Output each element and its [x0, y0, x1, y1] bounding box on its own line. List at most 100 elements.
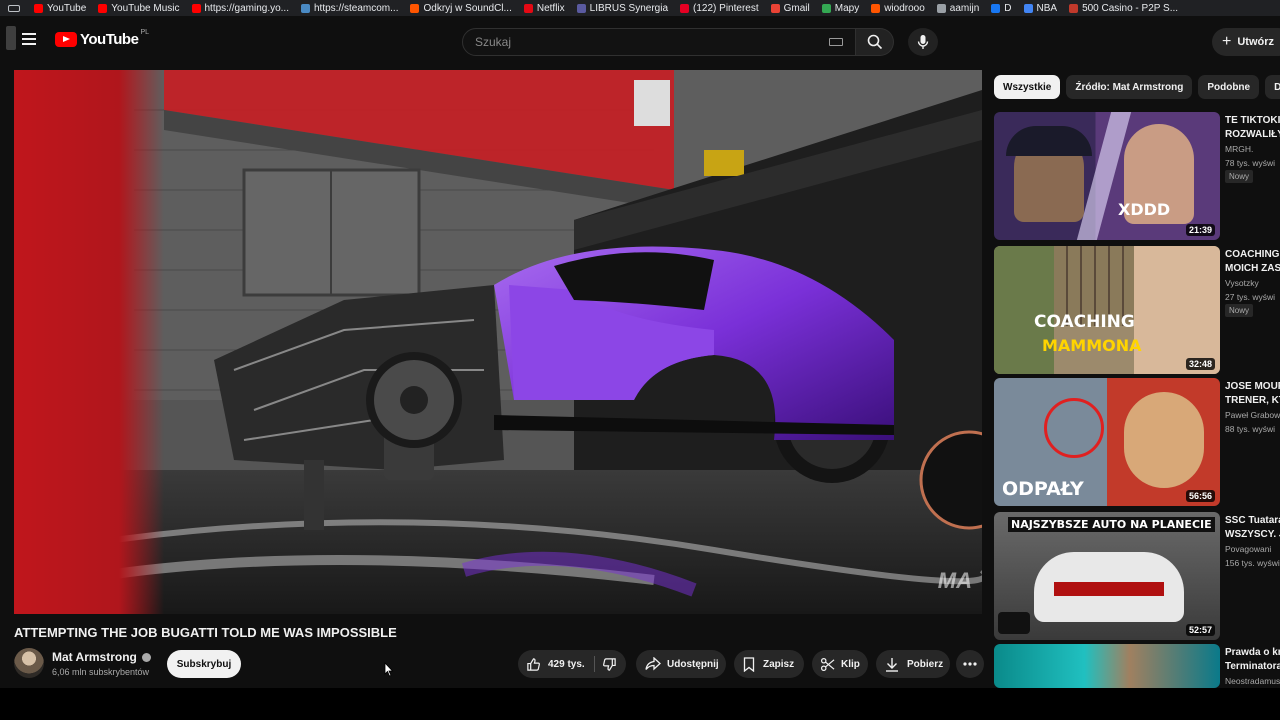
bookmark-favicon-icon	[301, 3, 310, 13]
bookmark-favicon-icon	[34, 3, 43, 13]
bookmark-label: NBA	[1036, 2, 1058, 14]
subscribe-button[interactable]: Subskrybuj	[167, 650, 241, 678]
recommendation-title: TE TIKTOKI ROZWALIŁY	[1225, 115, 1280, 140]
bookmark-label: YouTube	[47, 2, 87, 14]
more-actions-button[interactable]	[956, 650, 984, 678]
channel-name-link[interactable]: Mat Armstrong	[52, 650, 151, 664]
clip-label: Klip	[841, 658, 860, 670]
screen-bottom-bar	[0, 688, 1280, 720]
save-button[interactable]: Zapisz	[734, 650, 804, 678]
video-player[interactable]: MA	[14, 70, 982, 614]
recommendation-item[interactable]: XDDD 21:39 TE TIKTOKI ROZWALIŁY MRGH. 78 …	[994, 112, 1280, 240]
bookmark-item[interactable]: wiodrooo	[865, 0, 931, 16]
recommendation-views: 156 tys. wyświ	[1225, 558, 1280, 568]
youtube-logo[interactable]: YouTube PL	[55, 29, 149, 48]
thumbnail-caption: XDDD	[1118, 200, 1171, 219]
recommendation-item[interactable]: COACHING MAMMONA 32:48 COACHING MOICH ZAS…	[994, 246, 1280, 374]
thumbs-down-icon	[602, 657, 616, 671]
bookmark-item[interactable]: aamijn	[931, 0, 985, 16]
search-icon	[867, 34, 882, 50]
country-code: PL	[140, 29, 149, 36]
share-label: Udostępnij	[667, 658, 719, 670]
bookmarks-bar: YouTube YouTube Music https://gaming.yo...…	[0, 0, 1280, 16]
video-thumbnail: COACHING MAMMONA 32:48	[994, 246, 1220, 374]
download-button[interactable]: Pobierz	[876, 650, 950, 678]
channel-avatar[interactable]	[14, 648, 44, 678]
side-panel-tab[interactable]	[6, 26, 16, 50]
like-divider	[594, 656, 595, 672]
recommendation-views: 78 tys. wyświ	[1225, 158, 1276, 168]
bookmark-label: YouTube Music	[111, 2, 180, 14]
recommendation-item[interactable]: Prawda o kr Terminatora Neostradamus	[994, 644, 1280, 688]
filter-chip[interactable]: Źródło: Mat Armstrong	[1066, 75, 1193, 99]
bookmark-label: (122) Pinterest	[693, 2, 759, 14]
bookmark-item[interactable]: Odkryj w SoundCl...	[404, 0, 517, 16]
plus-icon: +	[1222, 33, 1232, 50]
recommendation-views: 88 tys. wyświ	[1225, 424, 1276, 434]
save-label: Zapisz	[763, 658, 795, 670]
bookmark-item[interactable]: Netflix	[518, 0, 571, 16]
bookmark-item[interactable]: D	[985, 0, 1017, 16]
bookmark-favicon-icon	[576, 3, 586, 13]
like-button[interactable]: 429 tys.	[518, 650, 592, 678]
bookmark-item[interactable]: LIBRUS Synergia	[571, 0, 674, 16]
bookmark-item[interactable]: Gmail	[765, 0, 816, 16]
recommendation-channel[interactable]: Neostradamus	[1225, 676, 1280, 686]
recommendation-item[interactable]: ODPAŁY 56:56 JOSE MOUR TRENER, KT Paweł G…	[994, 378, 1280, 506]
recommendation-channel[interactable]: MRGH.	[1225, 144, 1253, 154]
recommendation-item[interactable]: NAJSZYBSZE AUTO NA PLANECIE 52:57 SSC Tu…	[994, 512, 1280, 640]
bookmark-label: LIBRUS Synergia	[589, 2, 669, 14]
keyboard-icon[interactable]	[829, 38, 843, 46]
recommendation-title: SSC Tuatara WSZYSCY. J	[1225, 515, 1280, 540]
apps-icon[interactable]	[0, 4, 28, 12]
bookmark-favicon-icon	[770, 3, 780, 13]
create-button[interactable]: + Utwórz	[1212, 28, 1280, 56]
voice-search-button[interactable]	[908, 28, 938, 56]
bookmark-item[interactable]: https://steamcom...	[295, 0, 404, 16]
bookmark-label: https://steamcom...	[314, 2, 399, 14]
channel-name: Mat Armstrong	[52, 650, 137, 664]
menu-icon[interactable]	[22, 33, 36, 45]
bookmark-favicon-icon	[1023, 3, 1033, 13]
recommendation-channel[interactable]: Paweł Grabow	[1225, 410, 1280, 420]
bookmark-item[interactable]: https://gaming.yo...	[186, 0, 296, 16]
bookmark-label: Gmail	[783, 2, 810, 14]
logo-text: YouTube	[80, 31, 139, 48]
bookmark-label: aamijn	[949, 2, 980, 14]
filter-chip[interactable]: Wszystkie	[994, 75, 1061, 99]
bookmark-favicon-icon	[1069, 3, 1079, 13]
bookmark-item[interactable]: (122) Pinterest	[674, 0, 765, 16]
recommendation-channel[interactable]: Vysotzky	[1225, 278, 1259, 288]
clip-button[interactable]: Klip	[812, 650, 868, 678]
share-icon	[645, 657, 661, 671]
recommendation-title: JOSE MOUR TRENER, KT	[1225, 381, 1280, 406]
bookmark-label: https://gaming.yo...	[204, 2, 290, 14]
search-button[interactable]	[856, 28, 894, 56]
filter-chip[interactable]: Dla	[1265, 75, 1280, 99]
bookmark-item[interactable]: NBA	[1018, 0, 1064, 16]
bookmark-item[interactable]: 500 Casino - P2P S...	[1063, 0, 1184, 16]
scissors-icon	[820, 657, 835, 671]
video-duration: 56:56	[1185, 490, 1215, 502]
bookmark-item[interactable]: YouTube	[28, 0, 92, 16]
share-button[interactable]: Udostępnij	[636, 650, 726, 678]
search-input[interactable]	[475, 35, 829, 49]
dislike-button[interactable]	[592, 650, 626, 678]
bookmark-label: 500 Casino - P2P S...	[1082, 2, 1179, 14]
bookmark-item[interactable]: Mapy	[816, 0, 865, 16]
microphone-icon	[917, 35, 929, 49]
verified-icon	[141, 652, 151, 662]
mouse-cursor-icon	[384, 662, 394, 677]
bookmark-favicon-icon	[680, 3, 690, 13]
subscriber-count: 6,06 mln subskrybentów	[52, 667, 150, 677]
bookmark-item[interactable]: YouTube Music	[92, 0, 185, 16]
video-thumbnail: XDDD 21:39	[994, 112, 1220, 240]
recommendation-title: Prawda o kr Terminatora	[1225, 647, 1280, 672]
thumbs-up-icon	[527, 657, 540, 671]
bookmark-label: wiodrooo	[884, 2, 925, 14]
filter-chip[interactable]: Podobne	[1198, 75, 1260, 99]
masthead: YouTube PL + Utwórz	[0, 16, 1280, 66]
related-filter-chips: WszystkieŹródło: Mat ArmstrongPodobne Dla	[994, 75, 1280, 99]
bookmark-favicon-icon	[871, 3, 881, 13]
recommendation-channel[interactable]: Povagowani	[1225, 544, 1271, 554]
